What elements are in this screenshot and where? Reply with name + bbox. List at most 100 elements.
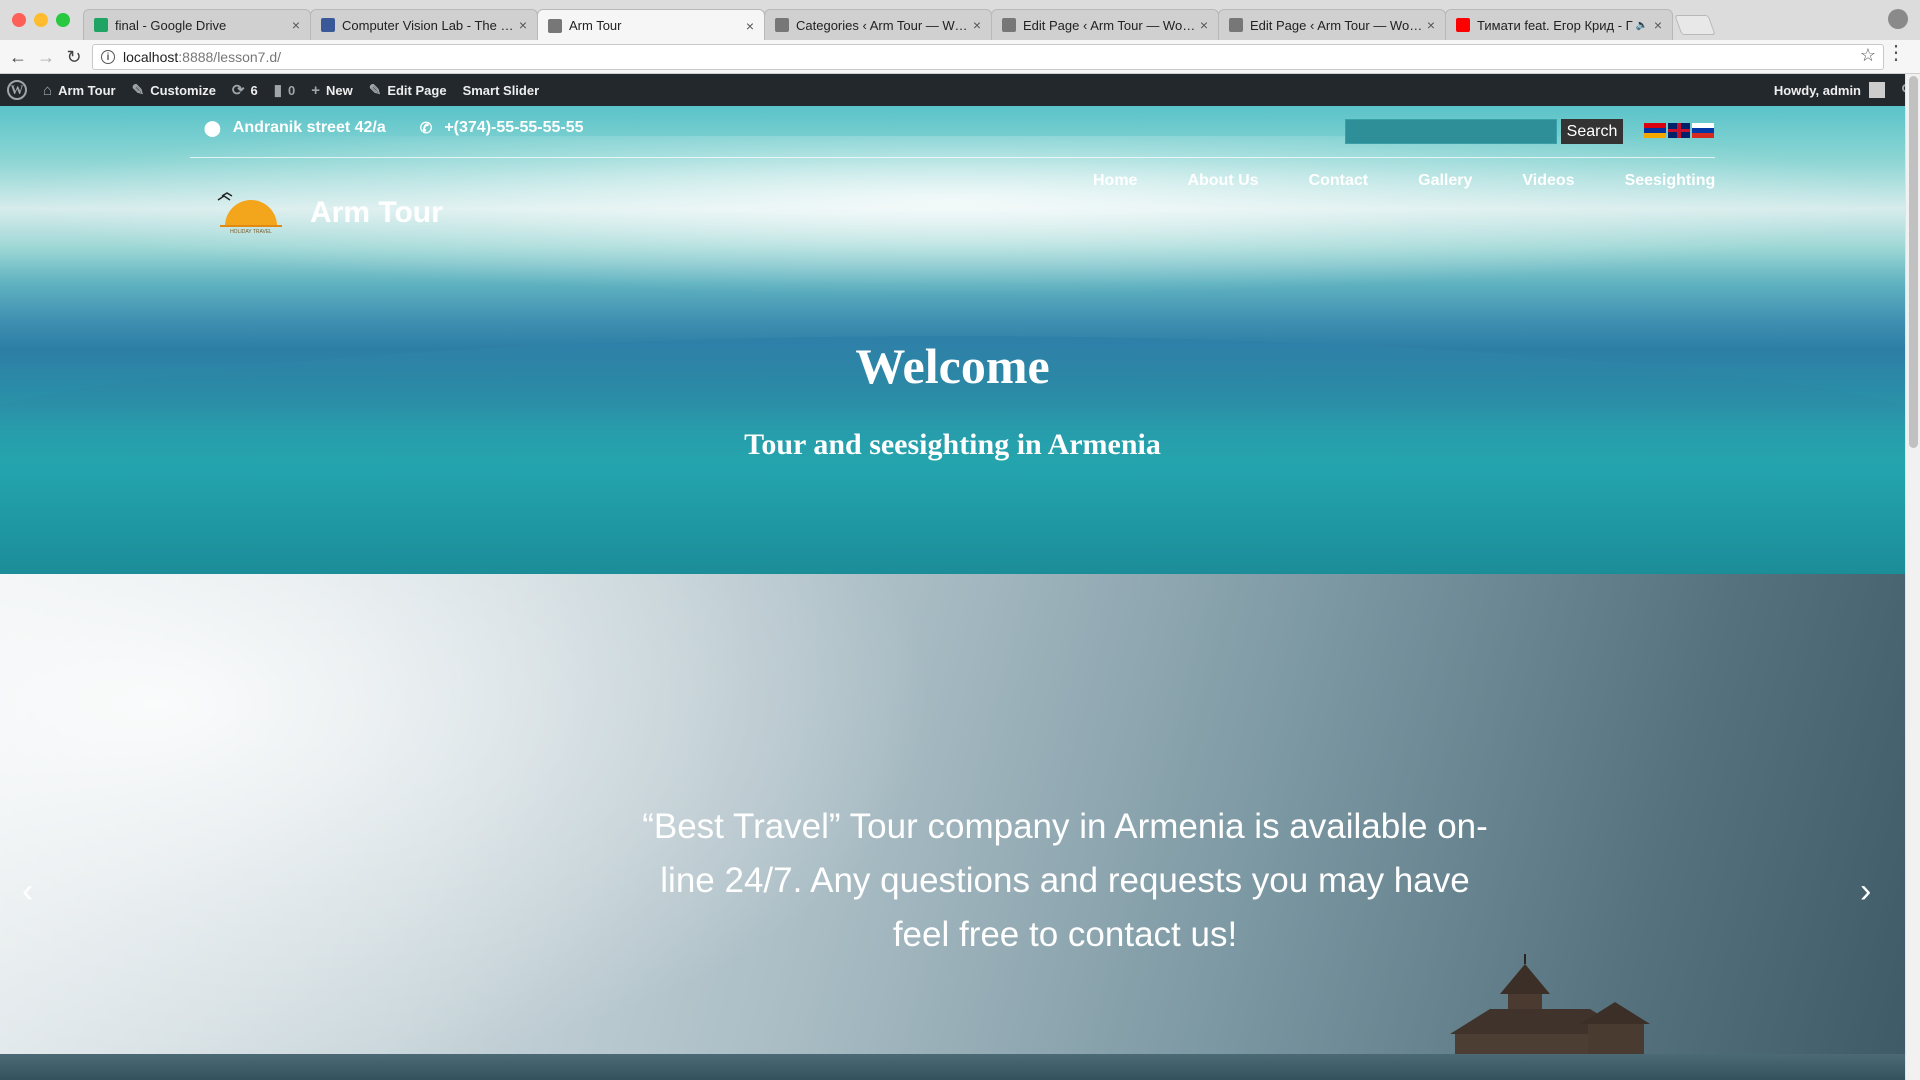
close-tab-icon[interactable]: × bbox=[1196, 17, 1212, 33]
admin-comments-link[interactable]: ▮ 0 bbox=[266, 74, 304, 106]
facebook-icon bbox=[321, 18, 335, 32]
admin-edit-page-link[interactable]: ✎ Edit Page bbox=[361, 74, 455, 106]
logo-text: HOLIDAY TRAVEL bbox=[230, 229, 272, 235]
reload-icon: ↻ bbox=[66, 46, 82, 67]
admin-new-link[interactable]: + New bbox=[303, 74, 361, 106]
nav-videos[interactable]: Videos bbox=[1522, 172, 1574, 190]
admin-customize-link[interactable]: ✎ Customize bbox=[124, 74, 224, 106]
brush-icon: ✎ bbox=[131, 82, 145, 99]
youtube-icon bbox=[1456, 18, 1470, 32]
tab-title: Edit Page ‹ Arm Tour — WordP bbox=[1023, 17, 1196, 33]
browser-tab[interactable]: Тимати feat. Егор Крид - Г 🔈 × bbox=[1445, 9, 1673, 40]
forward-button[interactable]: → bbox=[34, 45, 58, 69]
url-host: localhost bbox=[123, 49, 179, 65]
close-tab-icon[interactable]: × bbox=[1650, 17, 1666, 33]
comments-count: 0 bbox=[288, 82, 296, 98]
url-path: :8888/lesson7.d/ bbox=[178, 49, 282, 65]
tab-title: Categories ‹ Arm Tour — Word bbox=[796, 17, 969, 33]
reload-button[interactable]: ↻ bbox=[62, 45, 86, 69]
page-scrollbar[interactable] bbox=[1905, 74, 1920, 1080]
plus-icon: + bbox=[311, 81, 320, 99]
close-tab-icon[interactable]: × bbox=[742, 18, 758, 34]
bird-icon bbox=[217, 192, 233, 201]
back-arrow-icon: ← bbox=[9, 46, 27, 67]
russia-flag-icon[interactable] bbox=[1692, 123, 1714, 138]
uk-flag-icon[interactable] bbox=[1668, 123, 1690, 138]
slider-sea bbox=[0, 1054, 1905, 1080]
main-navigation: Home About Us Contact Gallery Videos See… bbox=[1093, 172, 1715, 190]
tab-title: Тимати feat. Егор Крид - Г bbox=[1477, 17, 1633, 33]
slider-quote: “Best Travel” Tour company in Armenia is… bbox=[642, 807, 1488, 954]
tab-title: Edit Page ‹ Arm Tour — WordP bbox=[1250, 17, 1423, 33]
dashboard-icon: ⌂ bbox=[43, 81, 53, 99]
tab-title: Arm Tour bbox=[569, 18, 622, 33]
browser-menu-icon[interactable]: ⋮ bbox=[1886, 43, 1906, 63]
close-tab-icon[interactable]: × bbox=[1423, 17, 1439, 33]
hero-subtitle: Tour and seesighting in Armenia bbox=[744, 428, 1161, 461]
browser-toolbar: ← → ↻ i localhost:8888/lesson7.d/ ☆ ⋮ bbox=[0, 40, 1920, 74]
profile-icon[interactable] bbox=[1888, 9, 1908, 29]
wordpress-icon bbox=[548, 18, 562, 33]
speaker-icon[interactable]: 🔈 bbox=[1634, 20, 1650, 31]
new-tab-button[interactable] bbox=[1674, 15, 1716, 35]
forward-arrow-icon: → bbox=[37, 46, 55, 67]
close-tab-icon[interactable]: × bbox=[288, 17, 304, 33]
maximize-window-button[interactable] bbox=[56, 13, 70, 27]
nav-contact[interactable]: Contact bbox=[1309, 172, 1369, 190]
admin-account-menu[interactable]: Howdy, admin bbox=[1766, 74, 1893, 106]
admin-edit-page-label: Edit Page bbox=[387, 82, 447, 98]
site-logo[interactable]: HOLIDAY TRAVEL bbox=[208, 190, 294, 236]
bookmark-star-icon[interactable]: ☆ bbox=[1860, 45, 1876, 66]
site-search-button[interactable]: Search bbox=[1561, 119, 1623, 144]
armenia-flag-icon[interactable] bbox=[1644, 123, 1666, 138]
admin-smart-slider-link[interactable]: Smart Slider bbox=[455, 74, 548, 106]
tab-title: final - Google Drive bbox=[115, 17, 227, 33]
header-address: Andranik street 42/a bbox=[232, 119, 386, 136]
updates-count: 6 bbox=[250, 82, 258, 98]
wp-admin-bar: W ⌂ Arm Tour ✎ Customize ⟳ 6 ▮ 0 + New ✎… bbox=[0, 74, 1920, 106]
browser-tab[interactable]: Computer Vision Lab - The Un × bbox=[310, 9, 538, 40]
site-search-input[interactable] bbox=[1345, 119, 1557, 144]
wordpress-icon bbox=[775, 18, 789, 32]
minimize-window-button[interactable] bbox=[34, 13, 48, 27]
browser-tab[interactable]: Edit Page ‹ Arm Tour — WordP × bbox=[991, 9, 1219, 40]
hero-title: Welcome bbox=[855, 338, 1050, 394]
site-title[interactable]: Arm Tour bbox=[310, 196, 443, 230]
map-pin-icon: ⬤ bbox=[204, 120, 221, 137]
browser-tab[interactable]: Edit Page ‹ Arm Tour — WordP × bbox=[1218, 9, 1446, 40]
nav-about-us[interactable]: About Us bbox=[1187, 172, 1258, 190]
admin-customize-label: Customize bbox=[150, 82, 216, 98]
close-window-button[interactable] bbox=[12, 13, 26, 27]
nav-seesighting[interactable]: Seesighting bbox=[1625, 172, 1716, 190]
browser-tab[interactable]: Categories ‹ Arm Tour — Word × bbox=[764, 9, 992, 40]
comment-icon: ▮ bbox=[273, 82, 282, 99]
header-phone[interactable]: +(374)-55-55-55-55 bbox=[444, 119, 583, 137]
updates-icon: ⟳ bbox=[231, 82, 245, 99]
site-info-icon[interactable]: i bbox=[101, 50, 115, 64]
google-drive-icon bbox=[94, 18, 108, 32]
pencil-icon: ✎ bbox=[368, 82, 382, 99]
scrollbar-thumb[interactable] bbox=[1909, 76, 1918, 448]
avatar bbox=[1869, 82, 1885, 98]
wordpress-icon bbox=[1002, 18, 1016, 32]
admin-site-link[interactable]: ⌂ Arm Tour bbox=[35, 74, 124, 106]
nav-home[interactable]: Home bbox=[1093, 172, 1137, 190]
slider-next-arrow-icon[interactable]: › bbox=[1860, 874, 1880, 908]
wordpress-icon bbox=[1229, 18, 1243, 32]
sun-icon bbox=[225, 200, 277, 226]
browser-tab[interactable]: final - Google Drive × bbox=[83, 9, 311, 40]
admin-new-label: New bbox=[326, 82, 353, 98]
close-tab-icon[interactable]: × bbox=[515, 17, 531, 33]
nav-gallery[interactable]: Gallery bbox=[1418, 172, 1472, 190]
phone-icon: ✆ bbox=[419, 120, 433, 137]
browser-tab[interactable]: Arm Tour × bbox=[537, 9, 765, 41]
slider-prev-arrow-icon[interactable]: ‹ bbox=[22, 874, 42, 908]
wordpress-logo-icon[interactable]: W bbox=[7, 80, 27, 100]
admin-smart-slider-label: Smart Slider bbox=[462, 82, 540, 98]
back-button[interactable]: ← bbox=[6, 45, 30, 69]
tab-title: Computer Vision Lab - The Un bbox=[342, 17, 515, 33]
address-bar[interactable]: i localhost:8888/lesson7.d/ bbox=[92, 44, 1884, 70]
close-tab-icon[interactable]: × bbox=[969, 17, 985, 33]
admin-updates-link[interactable]: ⟳ 6 bbox=[224, 74, 266, 106]
header-divider bbox=[190, 157, 1715, 158]
